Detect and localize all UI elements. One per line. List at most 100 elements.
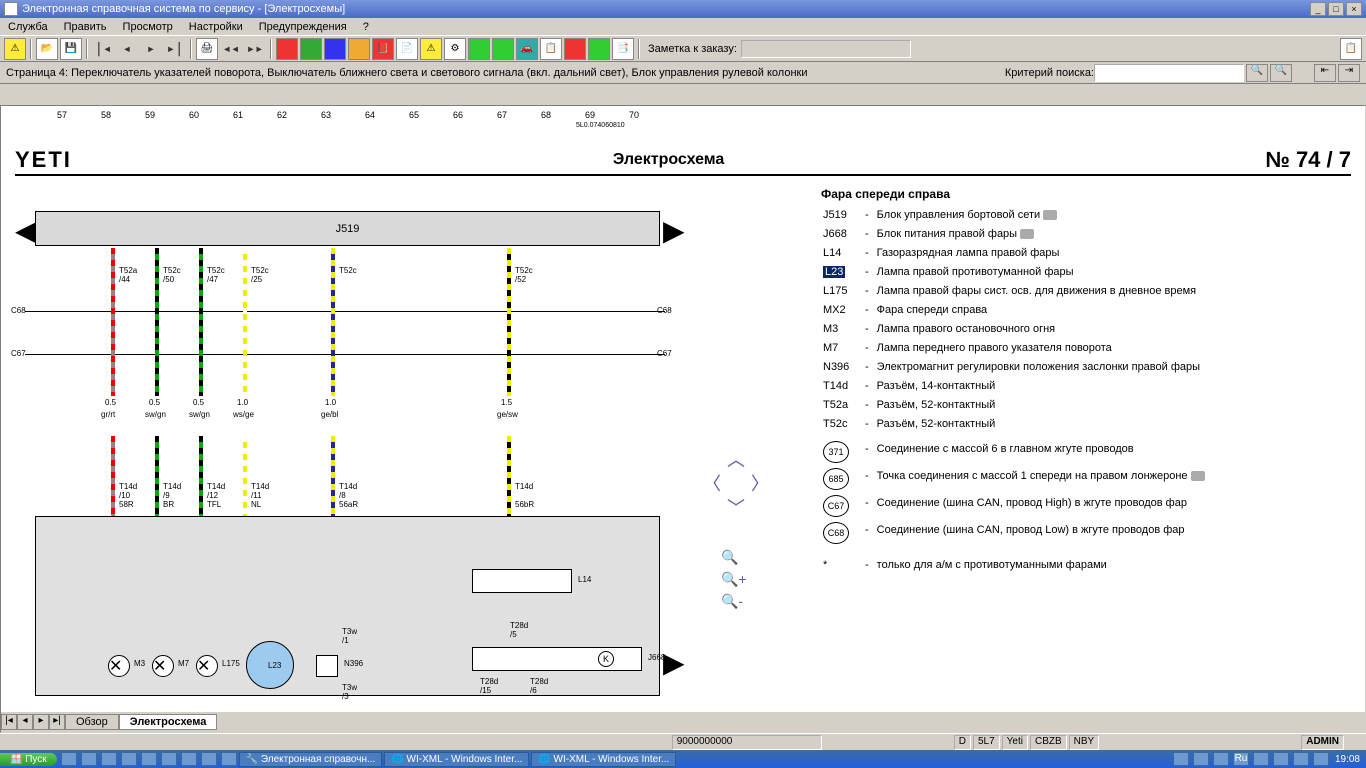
systray-icon[interactable] <box>1173 752 1189 766</box>
menu-edit[interactable]: Править <box>56 19 115 35</box>
pagebar: Страница 4: Переключатель указателей пов… <box>0 62 1366 84</box>
arrow-right-2-icon[interactable]: ▶ <box>663 646 685 679</box>
systray-icon[interactable] <box>1253 752 1269 766</box>
tool-icon-8[interactable] <box>564 38 586 60</box>
save-icon[interactable]: 💾 <box>60 38 82 60</box>
tool-icon-5[interactable] <box>468 38 490 60</box>
search-input[interactable] <box>1094 64 1244 82</box>
tab-scroll-next[interactable]: ▸ <box>33 714 49 730</box>
zoom-out-icon[interactable]: 🔍- <box>721 590 747 612</box>
task-item[interactable]: 🌐 WI-XML - Windows Inter... <box>384 752 529 767</box>
tray-icon[interactable] <box>141 752 157 766</box>
nav-up-icon[interactable]: ︿ <box>727 446 745 472</box>
menu-settings[interactable]: Настройки <box>181 19 251 35</box>
task-item[interactable]: 🔧 Электронная справочн... <box>239 752 383 767</box>
diagram-header: YETI Электросхема № 74 / 7 <box>15 146 1351 176</box>
systray-icon[interactable] <box>1293 752 1309 766</box>
lang-indicator[interactable]: Ru <box>1233 752 1249 766</box>
tray-icon[interactable] <box>181 752 197 766</box>
nav-left-icon[interactable]: 〈 <box>703 470 721 496</box>
taskbar: 🪟 Пуск 🔧 Электронная справочн... 🌐 WI-XM… <box>0 750 1366 768</box>
clipboard-icon[interactable]: 📋 <box>1340 38 1362 60</box>
tool-icon-10[interactable]: 📑 <box>612 38 634 60</box>
open-icon[interactable]: 📂 <box>36 38 58 60</box>
menu-warnings[interactable]: Предупреждения <box>251 19 355 35</box>
menu-help[interactable]: ? <box>355 19 377 35</box>
search-button-2[interactable]: 🔍 <box>1270 64 1292 82</box>
diagram-title: Электросхема <box>72 151 1265 169</box>
tray-icon[interactable] <box>101 752 117 766</box>
nav-last-button[interactable]: ▸| <box>164 38 186 60</box>
warn2-icon[interactable]: ⚠ <box>420 38 442 60</box>
maximize-button[interactable]: □ <box>1328 2 1344 16</box>
tray-icon[interactable] <box>161 752 177 766</box>
expand-button[interactable]: ⇥ <box>1338 64 1360 82</box>
systray-icon[interactable] <box>1213 752 1229 766</box>
tool-icon-7[interactable]: 📋 <box>540 38 562 60</box>
print-icon[interactable]: 🖨 <box>196 38 218 60</box>
gear-icon[interactable]: ⚙ <box>444 38 466 60</box>
legend-title: Фара спереди справа <box>821 186 1351 203</box>
minimize-button[interactable]: _ <box>1310 2 1326 16</box>
zoom-in-icon[interactable]: 🔍+ <box>721 568 747 590</box>
menu-service[interactable]: Служба <box>0 19 56 35</box>
systray-icon[interactable] <box>1193 752 1209 766</box>
menubar: Служба Править Просмотр Настройки Предуп… <box>0 18 1366 36</box>
tool-icon-1[interactable] <box>276 38 298 60</box>
zoom-fit-icon[interactable]: 🔍 <box>721 546 747 568</box>
menu-view[interactable]: Просмотр <box>115 19 181 35</box>
nav-fwd-button[interactable]: ▸▸ <box>244 38 266 60</box>
tab-scroll-first[interactable]: |◂ <box>1 714 17 730</box>
tab-scroll-prev[interactable]: ◂ <box>17 714 33 730</box>
tool-icon-6[interactable] <box>492 38 514 60</box>
tool-icon-3[interactable] <box>324 38 346 60</box>
car-icon[interactable]: 🚗 <box>516 38 538 60</box>
nav-first-button[interactable]: |◂ <box>92 38 114 60</box>
page-icon[interactable]: 📄 <box>396 38 418 60</box>
start-button[interactable]: 🪟 Пуск <box>0 753 57 766</box>
nav-back-button[interactable]: ◂◂ <box>220 38 242 60</box>
arrow-left-icon[interactable]: ◀ <box>15 214 37 247</box>
nav-prev-button[interactable]: ◂ <box>116 38 138 60</box>
tab-schematic[interactable]: Электросхема <box>119 714 218 730</box>
tab-overview[interactable]: Обзор <box>65 714 119 730</box>
nav-right-icon[interactable]: 〉 <box>751 470 769 496</box>
l175-lamp: ✕ <box>196 655 218 677</box>
tool-icon-2[interactable] <box>300 38 322 60</box>
window-title: Электронная справочная система по сервис… <box>22 3 345 15</box>
component-box: ✕ M3 ✕ M7 ✕ L175 L23 N396 T3w /1 T3w /3 … <box>35 516 660 696</box>
l14-block <box>472 569 572 593</box>
arrow-right-icon[interactable]: ▶ <box>663 214 685 247</box>
nav-next-button[interactable]: ▸ <box>140 38 162 60</box>
book-icon[interactable]: 📕 <box>372 38 394 60</box>
clock[interactable]: 19:08 <box>1329 754 1366 765</box>
legend-footnote: только для а/м с противотуманными фарами <box>877 557 1113 574</box>
note-input[interactable] <box>741 40 911 58</box>
statusbar: 9000000000 D 5L7 Yeti CBZB NBY ADMIN <box>0 733 1366 750</box>
nav-control: ︿ 〈 〉 ﹀ <box>701 446 771 516</box>
tool-icon-9[interactable] <box>588 38 610 60</box>
tab-scroll-last[interactable]: ▸| <box>49 714 65 730</box>
systray-icon[interactable] <box>1273 752 1289 766</box>
task-item[interactable]: 🌐 WI-XML - Windows Inter... <box>531 752 676 767</box>
page-title: Страница 4: Переключатель указателей пов… <box>6 67 807 79</box>
collapse-button[interactable]: ⇤ <box>1314 64 1336 82</box>
tray-icon[interactable] <box>81 752 97 766</box>
warning-icon[interactable]: ⚠ <box>4 38 26 60</box>
toolbar: ⚠ 📂 💾 |◂ ◂ ▸ ▸| 🖨 ◂◂ ▸▸ 📕 📄 ⚠ ⚙ 🚗 📋 📑 За… <box>0 36 1366 62</box>
tool-icon-4[interactable] <box>348 38 370 60</box>
close-button[interactable]: × <box>1346 2 1362 16</box>
tray-icon[interactable] <box>61 752 77 766</box>
tab-bar: |◂ ◂ ▸ ▸| Обзор Электросхема <box>1 712 1365 732</box>
n396-block <box>316 655 338 677</box>
tray-icon[interactable] <box>221 752 237 766</box>
tray-icon[interactable] <box>121 752 137 766</box>
nav-down-icon[interactable]: ﹀ <box>727 494 745 520</box>
search-button-1[interactable]: 🔍 <box>1246 64 1268 82</box>
wiring-diagram: ◀ ▶ J519 C68 C68 C67 C67 T52a/440.5gr/rt… <box>15 186 665 707</box>
zoom-control: 🔍 🔍+ 🔍- <box>721 546 747 612</box>
m7-lamp: ✕ <box>152 655 174 677</box>
tray-icon[interactable] <box>201 752 217 766</box>
app-icon <box>4 2 18 16</box>
systray-icon[interactable] <box>1313 752 1329 766</box>
